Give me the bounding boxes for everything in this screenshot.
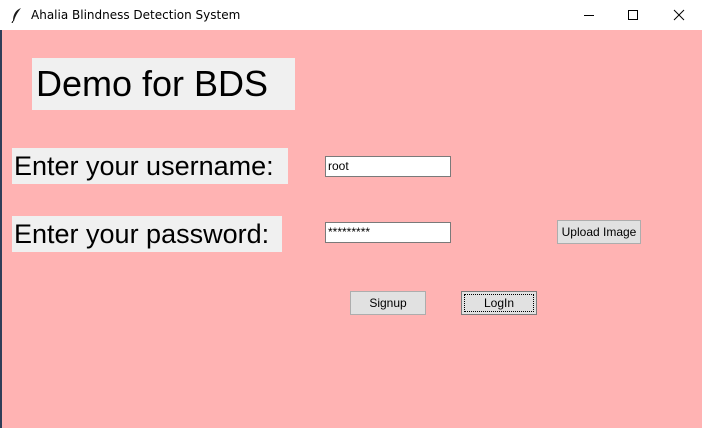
username-label: Enter your username:	[12, 148, 288, 184]
window-title: Ahalia Blindness Detection System	[31, 8, 241, 22]
login-button[interactable]: LogIn	[461, 291, 537, 315]
upload-image-button[interactable]: Upload Image	[557, 220, 641, 244]
minimize-button[interactable]	[566, 0, 612, 30]
close-button[interactable]	[656, 0, 702, 30]
maximize-icon	[628, 10, 638, 20]
username-field[interactable]: root	[325, 156, 451, 177]
maximize-button[interactable]	[610, 0, 656, 30]
feather-icon	[10, 7, 24, 24]
signup-button[interactable]: Signup	[350, 291, 426, 315]
app-window: Ahalia Blindness Detection System Demo f…	[0, 0, 702, 428]
close-icon	[673, 9, 685, 21]
page-title: Demo for BDS	[32, 58, 295, 110]
title-bar[interactable]: Ahalia Blindness Detection System	[0, 0, 702, 30]
password-field[interactable]: *********	[325, 222, 451, 243]
password-label: Enter your password:	[12, 216, 282, 252]
login-form: Demo for BDS Enter your username: root E…	[2, 30, 702, 428]
minimize-icon	[584, 15, 594, 16]
